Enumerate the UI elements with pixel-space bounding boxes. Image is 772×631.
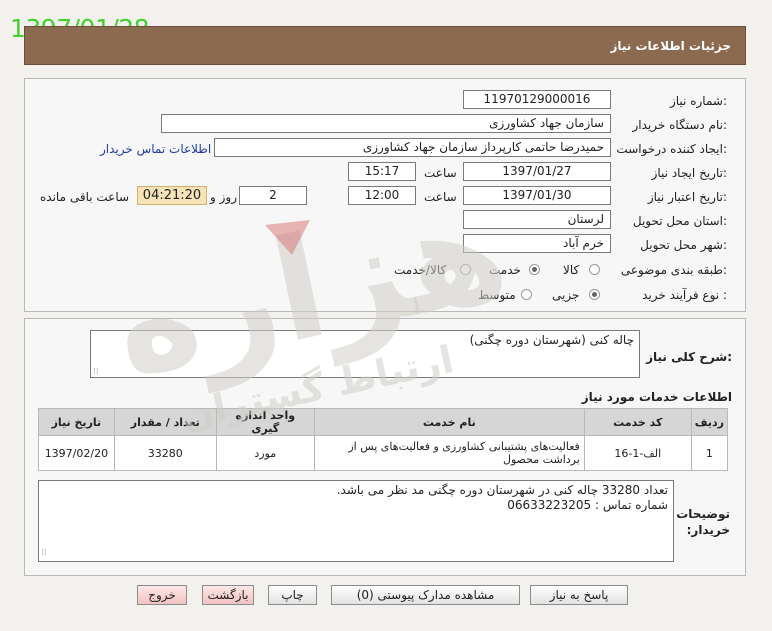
category-service-radio[interactable] bbox=[529, 264, 540, 275]
created-time-field[interactable]: 15:17 bbox=[348, 162, 416, 181]
created-date-field[interactable]: 1397/01/27 bbox=[463, 162, 611, 181]
process-medium-radio[interactable] bbox=[521, 289, 532, 300]
cell-unit: مورد bbox=[215, 435, 315, 471]
created-time-label: ساعت bbox=[424, 166, 457, 180]
col-qty-header: تعداد / مقدار bbox=[113, 408, 217, 436]
province-field[interactable]: لرستان bbox=[463, 210, 611, 229]
category-goods-label: کالا bbox=[563, 263, 580, 277]
page-header: جزئیات اطلاعات نیاز bbox=[24, 26, 746, 65]
buyer-contact-link[interactable]: اطلاعات تماس خریدار bbox=[100, 142, 211, 156]
col-unit-header: واحد اندازه گیری bbox=[215, 408, 315, 436]
print-button[interactable]: چاپ bbox=[268, 585, 317, 605]
col-name-header: نام خدمت bbox=[313, 408, 585, 436]
buyer-notes-line-2: شماره تماس : 06633223205 bbox=[507, 498, 668, 512]
cell-row: 1 bbox=[690, 435, 729, 471]
col-row-header: ردیف bbox=[690, 408, 729, 436]
remaining-time-label: ساعت باقی مانده bbox=[40, 190, 130, 204]
back-button[interactable]: بازگشت bbox=[202, 585, 254, 605]
category-label: طبقه بندی موضوعی: bbox=[620, 263, 727, 277]
process-label: نوع فرآیند خرید : bbox=[642, 288, 727, 302]
buyer-notes-line-1: تعداد 33280 چاله کنی در شهرستان دوره چگن… bbox=[336, 483, 668, 497]
cell-name: فعالیت‌های پشتیبانی کشاورزی و فعالیت‌های… bbox=[313, 435, 585, 471]
col-code-header: کد خدمت bbox=[583, 408, 692, 436]
process-medium-label: متوسط bbox=[478, 288, 516, 302]
summary-text: چاله کنی (شهرستان دوره چگنی) bbox=[469, 333, 634, 347]
process-partial-label: جزیی bbox=[552, 288, 580, 302]
category-goods-service-label: کالا/خدمت bbox=[394, 263, 447, 277]
cell-date: 1397/02/20 bbox=[38, 435, 115, 471]
validity-time-field[interactable]: 12:00 bbox=[348, 186, 416, 205]
reply-button[interactable]: پاسخ به نیاز bbox=[530, 585, 628, 605]
validity-date-label: تاریخ اعتبار نیاز: bbox=[647, 190, 727, 204]
need-number-field[interactable]: 1197012900001‌6 bbox=[463, 90, 611, 109]
category-goods-service-radio[interactable] bbox=[460, 264, 471, 275]
category-service-label: خدمت bbox=[489, 263, 521, 277]
services-title: اطلاعات خدمات مورد نیاز bbox=[581, 390, 732, 404]
cell-qty: 33280 bbox=[113, 435, 217, 471]
summary-textarea[interactable]: چاله کنی (شهرستان دوره چگنی) ⁞⁞ bbox=[90, 330, 640, 378]
requester-field[interactable]: حمیدرضا حاتمی کارپرداز سازمان جهاد کشاور… bbox=[214, 138, 611, 157]
buyer-notes-label: توضیحات خریدار: bbox=[676, 507, 730, 537]
table-row: 1 الف-1-16 فعالیت‌های پشتیبانی کشاورزی و… bbox=[38, 435, 729, 471]
page-title: جزئیات اطلاعات نیاز bbox=[610, 39, 731, 53]
city-field[interactable]: خرم آباد bbox=[463, 234, 611, 253]
buyer-org-label: نام دستگاه خریدار: bbox=[632, 118, 728, 132]
created-date-label: تاریخ ایجاد نیاز: bbox=[651, 166, 727, 180]
resize-grip-icon[interactable]: ⁞⁞ bbox=[93, 367, 99, 377]
requester-label: ایجاد کننده درخواست: bbox=[616, 142, 727, 156]
exit-button[interactable]: خروج bbox=[137, 585, 187, 605]
summary-label: شرح کلی نیاز: bbox=[646, 350, 732, 364]
validity-time-label: ساعت bbox=[424, 190, 457, 204]
buyer-notes-textarea[interactable]: تعداد 33280 چاله کنی در شهرستان دوره چگن… bbox=[38, 480, 674, 562]
province-label: استان محل تحویل: bbox=[632, 214, 727, 228]
resize-grip-icon[interactable]: ⁞⁞ bbox=[41, 546, 47, 561]
services-table: ردیف کد خدمت نام خدمت واحد اندازه گیری ت… bbox=[38, 408, 729, 471]
remaining-days-label: روز و bbox=[210, 190, 237, 204]
buyer-org-field[interactable]: سازمان جهاد کشاورزی bbox=[161, 114, 611, 133]
cell-code: الف-1-16 bbox=[583, 435, 692, 471]
view-attachments-button[interactable]: مشاهده مدارک پیوستی (0) bbox=[331, 585, 520, 605]
validity-date-field[interactable]: 1397/01/30 bbox=[463, 186, 611, 205]
table-header-row: ردیف کد خدمت نام خدمت واحد اندازه گیری ت… bbox=[38, 408, 729, 436]
city-label: شهر محل تحویل: bbox=[640, 238, 727, 252]
remaining-days-field[interactable]: 2 bbox=[239, 186, 307, 205]
remaining-time-countdown: 04:21:20 bbox=[137, 186, 207, 205]
category-goods-radio[interactable] bbox=[589, 264, 600, 275]
need-number-label: شماره نیاز: bbox=[669, 94, 727, 108]
process-partial-radio[interactable] bbox=[589, 289, 600, 300]
col-date-header: تاریخ نیاز bbox=[38, 408, 115, 436]
